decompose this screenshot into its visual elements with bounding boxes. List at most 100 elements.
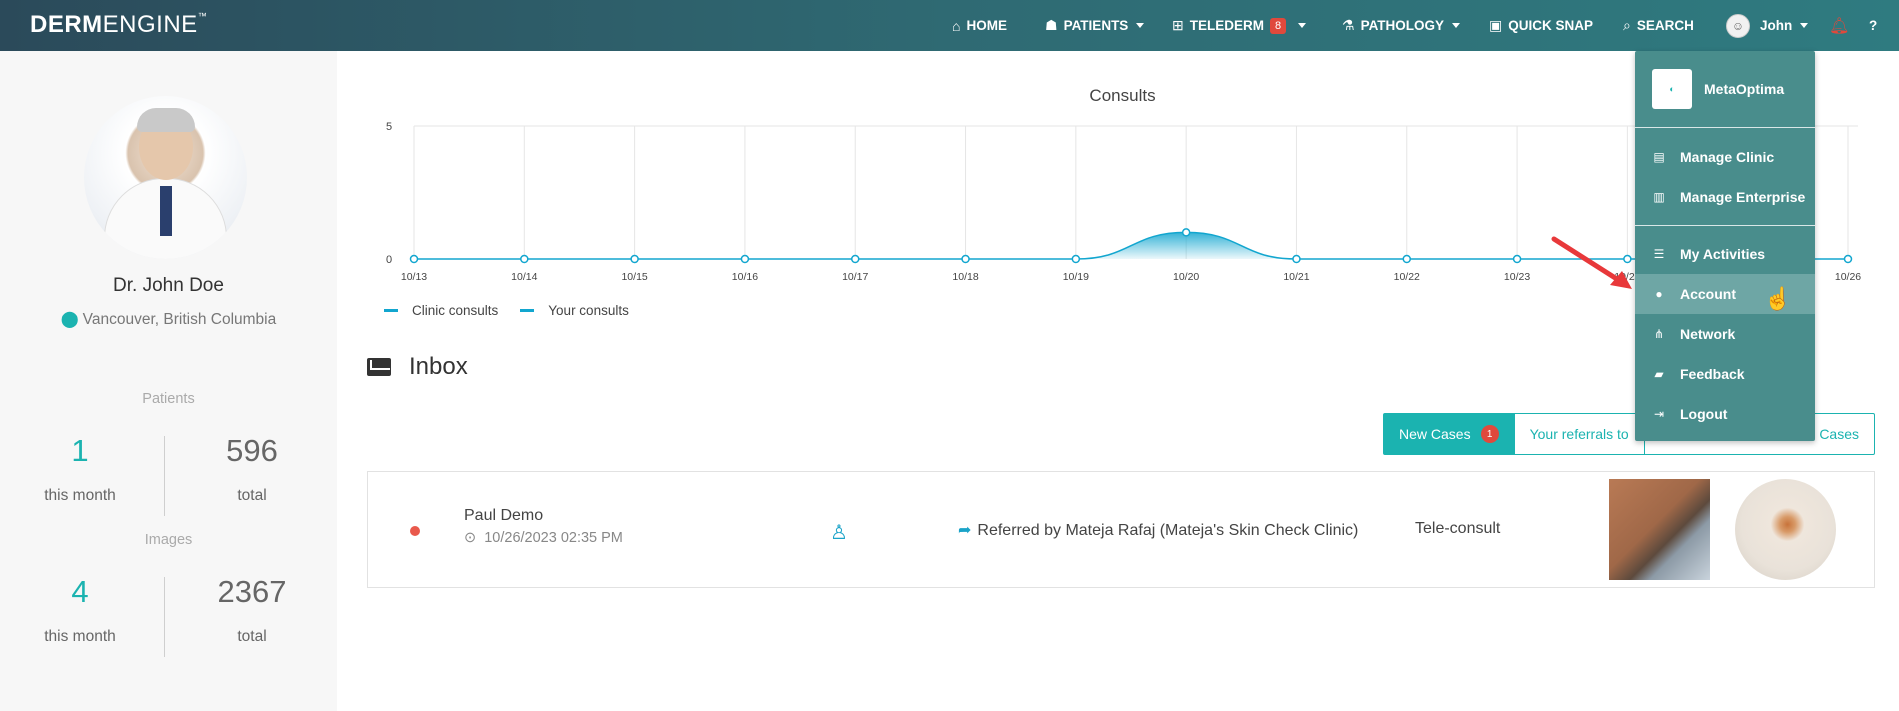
menu-divider [1635, 225, 1815, 226]
menu-item-manage-clinic[interactable]: ▤ Manage Clinic [1635, 137, 1815, 177]
map-pin-icon: ⬤ [60, 311, 79, 328]
share-arrow-icon: ➦ [958, 522, 972, 539]
data-point [961, 254, 970, 264]
referral-info: ➦ Referred by Mateja Rafaj (Mateja's Skin… [958, 520, 1358, 540]
menu-item-label: Account [1680, 286, 1736, 302]
data-point [1843, 254, 1853, 264]
list-icon: ☰ [1653, 247, 1665, 261]
avatar-hair [137, 108, 195, 132]
metaoptima-logo: ◐ [1652, 69, 1692, 109]
menu-item-label: Feedback [1680, 366, 1745, 382]
search-icon: ⌕ [1623, 17, 1631, 33]
clock-icon: ⊙ [464, 530, 477, 546]
hand-cursor-icon: ☝ [1764, 286, 1792, 311]
data-point [1181, 228, 1191, 237]
new-cases-badge: 1 [1480, 425, 1499, 443]
nav-user-menu[interactable]: ☺ John [1726, 0, 1809, 51]
nav-telederm[interactable]: ⊞ TELEDERM 8 [1172, 0, 1307, 51]
logout-icon: ⇥ [1653, 407, 1665, 421]
logo-trademark: ™ [197, 11, 208, 21]
x-tick-label: 10/26 [1835, 271, 1861, 283]
data-point [1071, 254, 1081, 264]
nav-home-label: HOME [966, 18, 1007, 33]
menu-item-feedback[interactable]: ▰ Feedback [1635, 354, 1815, 394]
nav-patients[interactable]: ☗ PATIENTS [1045, 0, 1145, 51]
notifications-button[interactable]: 🔔︎ [1829, 0, 1849, 51]
menu-item-manage-enterprise[interactable]: ▥ Manage Enterprise [1635, 177, 1815, 217]
clipboard-icon: ▤ [1653, 150, 1665, 164]
data-point [740, 254, 750, 264]
patients-heading: Patients [142, 391, 195, 407]
data-point [1292, 254, 1301, 264]
case-row[interactable]: Paul Demo ⊙ 10/26/2023 02:35 PM ♙ ➦ Refer… [367, 471, 1875, 588]
dropdown-org-header[interactable]: ◐ MetaOptima [1635, 51, 1815, 128]
menu-item-logout[interactable]: ⇥ Logout [1635, 394, 1815, 434]
menu-item-label: Manage Enterprise [1680, 189, 1806, 205]
nav-user-label: John [1760, 18, 1793, 33]
x-tick-label: 10/23 [1504, 271, 1530, 283]
doctor-location-text: Vancouver, British Columbia [82, 311, 277, 328]
legend-swatch [384, 309, 398, 312]
user-avatar-icon: ☺ [1726, 13, 1750, 38]
top-navbar: DERMENGINE™ ⌂ HOME ☗ PATIENTS ⊞ TELEDERM… [0, 0, 1899, 51]
network-icon: ⋔ [1653, 327, 1665, 341]
patient-name[interactable]: Paul Demo [464, 507, 543, 525]
x-tick-label: 10/22 [1394, 271, 1420, 283]
microscope-icon: ⚗ [1342, 17, 1355, 33]
menu-item-network[interactable]: ⋔ Network [1635, 314, 1815, 354]
annotation-arrow-icon [1551, 236, 1632, 289]
doctor-name: Dr. John Doe [113, 275, 224, 296]
case-datetime-text: 10/26/2023 02:35 PM [484, 530, 623, 546]
camera-icon: ▣ [1489, 17, 1503, 33]
patients-month-label: this month [44, 487, 116, 504]
clinical-image-thumbnail[interactable] [1609, 479, 1710, 580]
legend-label: Your consults [548, 303, 629, 318]
avatar-tie [160, 186, 172, 236]
y-tick-label: 5 [386, 121, 392, 133]
nav-patients-label: PATIENTS [1063, 18, 1129, 33]
x-tick-label: 10/13 [401, 271, 427, 283]
user-dropdown-menu: ◐ MetaOptima ▤ Manage Clinic ▥ Manage Ente… [1635, 51, 1815, 441]
images-month-value: 4 [71, 574, 89, 609]
home-icon: ⌂ [952, 17, 961, 34]
x-tick-label: 10/16 [732, 271, 758, 283]
nav-pathology-label: PATHOLOGY [1360, 18, 1445, 33]
help-icon: ? [1869, 18, 1878, 33]
help-button[interactable]: ? [1869, 0, 1877, 51]
x-tick-label: 10/18 [952, 271, 978, 283]
inbox-heading: Inbox [367, 353, 468, 381]
tab-label: New Cases [1399, 426, 1471, 442]
menu-item-label: My Activities [1680, 246, 1766, 262]
images-month-label: this month [44, 628, 116, 645]
unread-indicator [410, 526, 420, 536]
tab-label: Cases [1819, 426, 1859, 442]
dermengine-logo[interactable]: DERMENGINE™ [30, 11, 207, 39]
nav-pathology[interactable]: ⚗ PATHOLOGY [1342, 0, 1461, 51]
logo-text-light: ENGINE [102, 11, 198, 38]
x-tick-label: 10/14 [511, 271, 537, 283]
legend-item-clinic[interactable]: Clinic consults [384, 303, 498, 318]
stat-divider [164, 577, 165, 657]
inbox-title-text: Inbox [409, 353, 468, 380]
x-tick-label: 10/15 [621, 271, 647, 283]
chevron-down-icon [1136, 23, 1145, 28]
chevron-down-icon [1452, 23, 1461, 28]
telederm-count-badge: 8 [1269, 17, 1287, 34]
tab-new-cases[interactable]: New Cases 1 [1384, 414, 1515, 454]
dermoscopic-image-thumbnail[interactable] [1735, 479, 1836, 580]
menu-item-my-activities[interactable]: ☰ My Activities [1635, 234, 1815, 274]
legend-item-yours[interactable]: Your consults [520, 303, 629, 318]
chart-title: Consults [1089, 86, 1156, 105]
user-icon: ● [1655, 287, 1663, 301]
doctor-location: ⬤ Vancouver, British Columbia [0, 309, 337, 329]
nav-search-label: SEARCH [1636, 18, 1694, 33]
x-tick-label: 10/21 [1283, 271, 1309, 283]
chevron-down-icon [1298, 23, 1307, 28]
data-point [520, 254, 529, 264]
nav-search[interactable]: ⌕ SEARCH [1623, 0, 1694, 51]
nav-quick-snap[interactable]: ▣ QUICK SNAP [1489, 0, 1593, 51]
data-point [1512, 254, 1522, 264]
tab-your-referrals[interactable]: Your referrals to [1515, 414, 1645, 454]
patients-month-value: 1 [71, 433, 89, 468]
nav-home[interactable]: ⌂ HOME [952, 0, 1007, 51]
